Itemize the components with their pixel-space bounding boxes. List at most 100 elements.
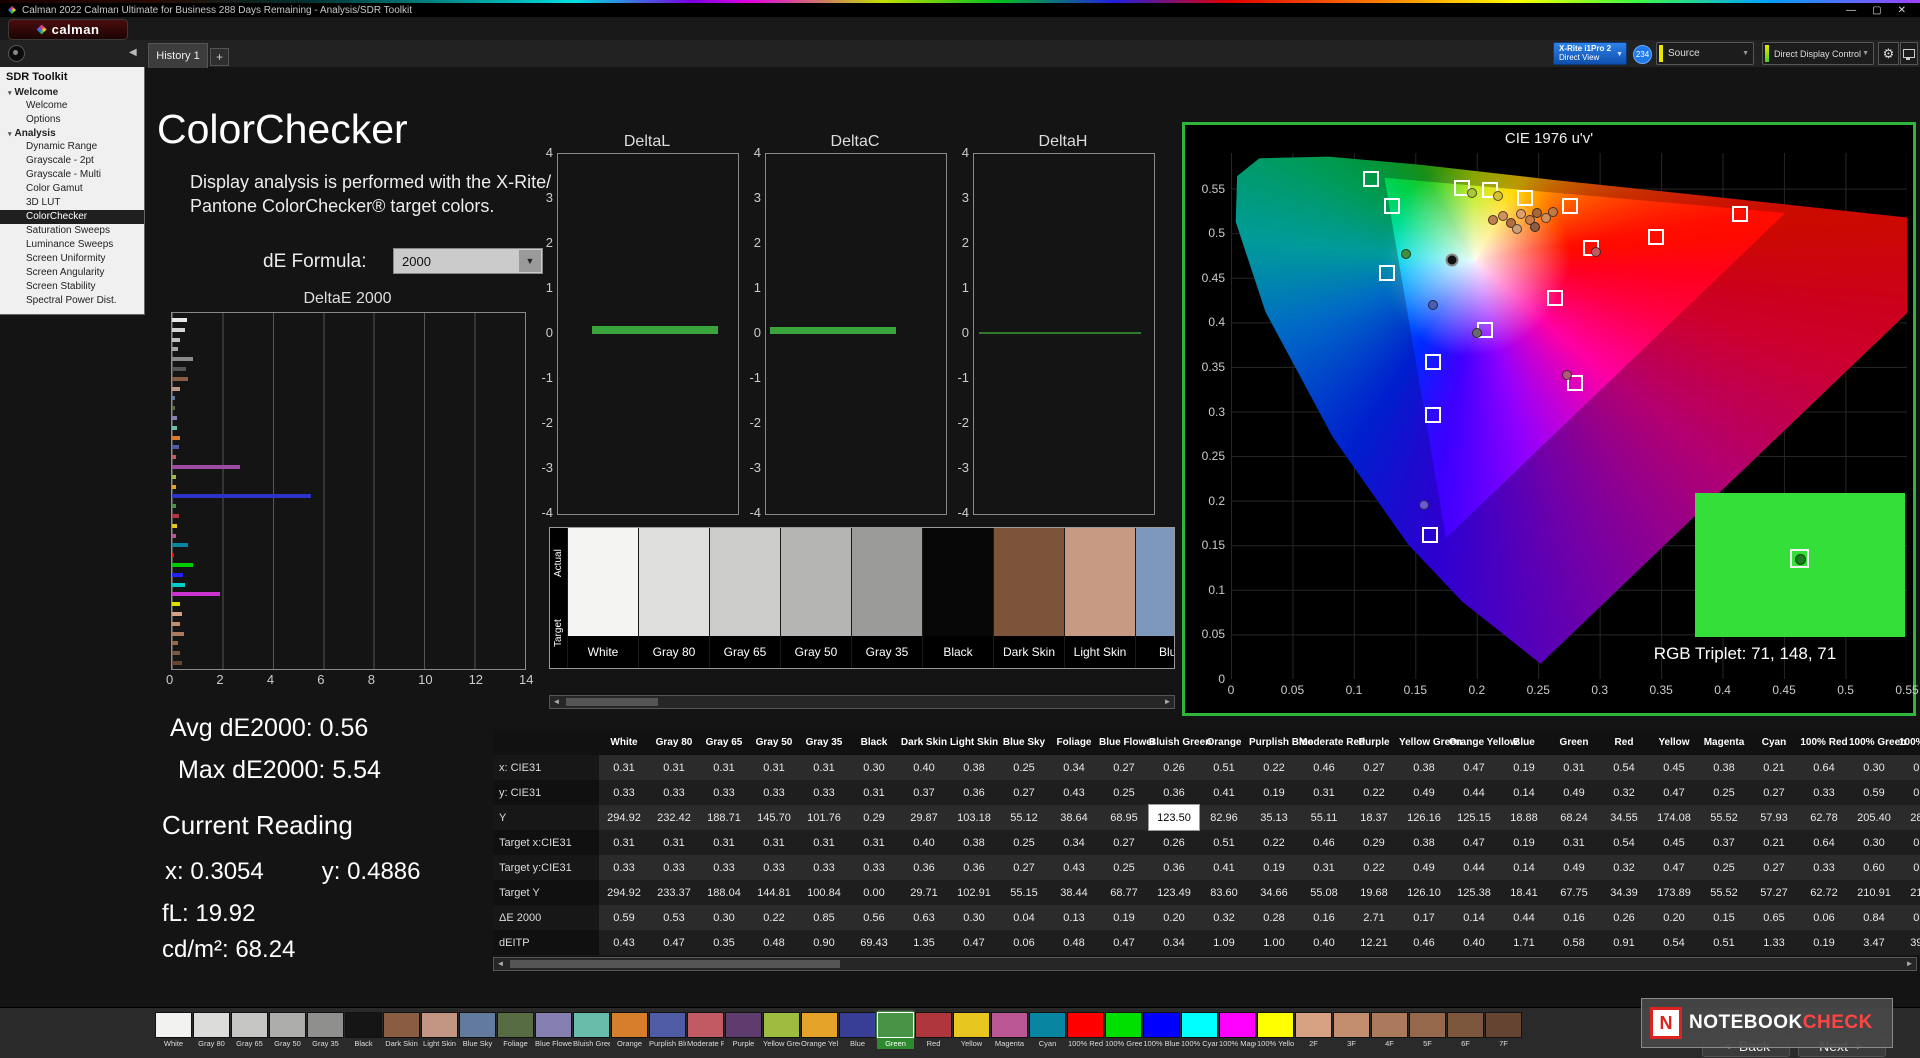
sidebar-item-dynamic-range[interactable]: Dynamic Range [0,140,144,154]
table-cell[interactable]: 0.37 [899,780,949,805]
sidebar-item-3d-lut[interactable]: 3D LUT [0,196,144,210]
table-cell[interactable]: 0.30 [949,905,999,930]
table-cell[interactable]: 2.71 [1349,905,1399,930]
table-cell[interactable]: 0.46 [1399,930,1449,955]
table-cell[interactable]: 0.49 [1549,780,1599,805]
footer-patch[interactable]: Green [877,1012,914,1049]
table-cell[interactable]: 0.33 [749,855,799,880]
table-cell[interactable]: 0.44 [1449,855,1499,880]
table-cell[interactable]: 0.22 [1349,855,1399,880]
footer-patch[interactable]: Cyan [1029,1012,1066,1049]
sidebar-item-spectral-power-dist-[interactable]: Spectral Power Dist. [0,294,144,308]
table-cell[interactable]: 0.36 [1149,855,1199,880]
table-cell[interactable]: 0.19 [1499,755,1549,780]
table-cell[interactable]: 0.65 [1749,905,1799,930]
table-cell[interactable]: 0.48 [749,930,799,955]
footer-patch[interactable]: Blue Sky [459,1012,496,1049]
table-cell[interactable]: 0.48 [1049,930,1099,955]
table-cell[interactable]: 294.92 [599,880,649,905]
patch-column[interactable]: Gray 35 [851,528,922,668]
settings-gear-button[interactable]: ⚙ [1878,42,1899,65]
table-cell[interactable]: 0.29 [849,805,899,830]
footer-patch[interactable]: 3F [1333,1012,1370,1049]
table-cell[interactable]: 0.31 [599,755,649,780]
display-icon-button[interactable] [1900,42,1918,65]
table-cell[interactable]: 0.32 [1599,855,1649,880]
table-cell[interactable]: 0.33 [1799,780,1849,805]
footer-patch[interactable]: 5F [1409,1012,1446,1049]
footer-patch[interactable]: 7F [1485,1012,1522,1049]
table-cell[interactable]: 0.38 [949,830,999,855]
table-cell[interactable]: 34.66 [1249,880,1299,905]
close-button[interactable]: ✕ [1898,5,1906,16]
footer-patch[interactable]: White [155,1012,192,1049]
table-cell[interactable]: 0.25 [1699,855,1749,880]
table-cell[interactable]: 1.33 [1749,930,1799,955]
table-cell[interactable]: 0.53 [649,905,699,930]
table-cell[interactable]: 0.51 [1199,830,1249,855]
footer-patch[interactable]: Red [915,1012,952,1049]
table-cell[interactable]: 0.34 [1049,755,1099,780]
table-cell[interactable]: 0.16 [1549,905,1599,930]
table-cell[interactable]: 0.31 [1549,755,1599,780]
table-cell[interactable]: 0.22 [1249,830,1299,855]
table-cell[interactable]: 1.35 [899,930,949,955]
table-cell[interactable]: 126.10 [1399,880,1449,905]
table-cell[interactable]: 57.93 [1749,805,1799,830]
table-cell[interactable]: 0.90 [799,930,849,955]
footer-patch[interactable]: 6F [1447,1012,1484,1049]
table-cell[interactable]: 0.43 [599,930,649,955]
table-cell[interactable]: 21.52 [1899,880,1920,905]
table-cell[interactable]: 0.49 [1549,855,1599,880]
table-cell[interactable]: 0.31 [699,830,749,855]
table-cell[interactable]: 0.38 [949,755,999,780]
table-cell[interactable]: 123.49 [1149,880,1199,905]
table-cell[interactable]: 0.04 [999,905,1049,930]
footer-patch[interactable]: 100% Magenta [1219,1012,1256,1049]
footer-patch[interactable]: Gray 50 [269,1012,306,1049]
table-cell[interactable]: 174.08 [1649,805,1699,830]
sidebar-item-welcome[interactable]: Welcome [0,99,144,113]
table-cell[interactable]: 34.55 [1599,805,1649,830]
table-cell[interactable]: 0.31 [749,830,799,855]
display-control-select[interactable]: Direct Display Control ▼ [1762,42,1874,65]
table-cell[interactable]: 0.22 [1349,780,1399,805]
table-cell[interactable]: 55.08 [1299,880,1349,905]
sidebar-item-screen-uniformity[interactable]: Screen Uniformity [0,252,144,266]
table-cell[interactable]: 0.47 [1649,855,1699,880]
sidebar-item-luminance-sweeps[interactable]: Luminance Sweeps [0,238,144,252]
table-cell[interactable]: 0.34 [1149,930,1199,955]
table-cell[interactable]: 68.77 [1099,880,1149,905]
table-cell[interactable]: 0.59 [1849,780,1899,805]
table-cell[interactable]: 55.11 [1299,805,1349,830]
table-cell[interactable]: 0.85 [799,905,849,930]
scroll-left-icon[interactable]: ◄ [550,697,563,707]
maximize-button[interactable]: ▢ [1872,5,1881,16]
table-cell[interactable]: 0.22 [1249,755,1299,780]
table-cell[interactable]: 0.20 [1149,905,1199,930]
table-cell[interactable]: 28.31 [1899,805,1920,830]
table-cell[interactable]: 233.37 [649,880,699,905]
table-cell[interactable]: 0.31 [599,830,649,855]
table-cell[interactable]: 0.51 [1699,930,1749,955]
table-cell[interactable]: 55.52 [1699,805,1749,830]
table-cell[interactable]: 0.41 [1199,855,1249,880]
table-cell[interactable]: 0.28 [1249,905,1299,930]
table-cell[interactable]: 0.63 [899,905,949,930]
add-tab-button[interactable]: + [210,48,229,66]
table-cell[interactable]: 0.27 [1749,780,1799,805]
table-cell[interactable]: 0.06 [1799,905,1849,930]
table-cell[interactable]: 0.27 [999,780,1049,805]
table-cell[interactable]: 0.33 [699,780,749,805]
table-cell[interactable]: 0.27 [1749,855,1799,880]
table-cell[interactable]: 1.09 [1199,930,1249,955]
table-cell[interactable]: 0.33 [799,780,849,805]
table-cell[interactable]: 1.00 [1249,930,1299,955]
table-cell[interactable]: 0.60 [1849,855,1899,880]
table-cell[interactable]: 0.43 [1049,780,1099,805]
table-cell[interactable]: 205.40 [1849,805,1899,830]
table-cell[interactable]: 0.27 [1099,830,1149,855]
table-cell[interactable]: 0.44 [1449,780,1499,805]
table-cell[interactable]: 0.29 [1349,830,1399,855]
table-cell[interactable]: 0.20 [1649,905,1699,930]
